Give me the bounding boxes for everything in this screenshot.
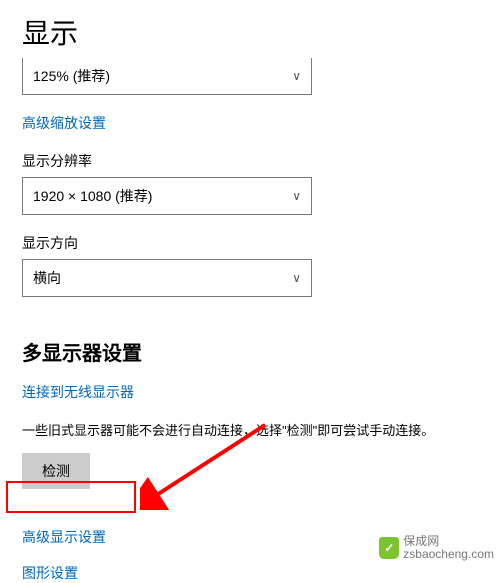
shield-icon: ✓ bbox=[379, 537, 399, 559]
advanced-display-link[interactable]: 高级显示设置 bbox=[22, 527, 106, 547]
multi-display-heading: 多显示器设置 bbox=[22, 337, 478, 366]
page-title: 显示 bbox=[22, 12, 478, 52]
scale-dropdown-value: 125% (推荐) bbox=[33, 66, 110, 86]
chevron-down-icon: ∨ bbox=[292, 189, 301, 203]
resolution-dropdown-value: 1920 × 1080 (推荐) bbox=[33, 186, 152, 206]
resolution-label: 显示分辨率 bbox=[22, 151, 478, 171]
advanced-scale-link[interactable]: 高级缩放设置 bbox=[22, 113, 106, 133]
watermark: ✓ 保成网 zsbaocheng.com bbox=[379, 535, 494, 561]
orientation-dropdown[interactable]: 横向 ∨ bbox=[22, 259, 312, 297]
chevron-down-icon: ∨ bbox=[292, 271, 301, 285]
graphics-settings-link[interactable]: 图形设置 bbox=[22, 563, 78, 583]
scale-dropdown[interactable]: 125% (推荐) ∨ bbox=[22, 58, 312, 95]
watermark-url: zsbaocheng.com bbox=[403, 548, 494, 561]
resolution-dropdown[interactable]: 1920 × 1080 (推荐) ∨ bbox=[22, 177, 312, 215]
multi-display-desc: 一些旧式显示器可能不会进行自动连接，选择"检测"即可尝试手动连接。 bbox=[22, 420, 478, 439]
orientation-label: 显示方向 bbox=[22, 233, 478, 253]
detect-button[interactable]: 检测 bbox=[22, 453, 90, 489]
chevron-down-icon: ∨ bbox=[292, 69, 301, 83]
watermark-title: 保成网 bbox=[403, 535, 494, 548]
orientation-dropdown-value: 横向 bbox=[33, 268, 61, 288]
wireless-display-link[interactable]: 连接到无线显示器 bbox=[22, 382, 134, 402]
